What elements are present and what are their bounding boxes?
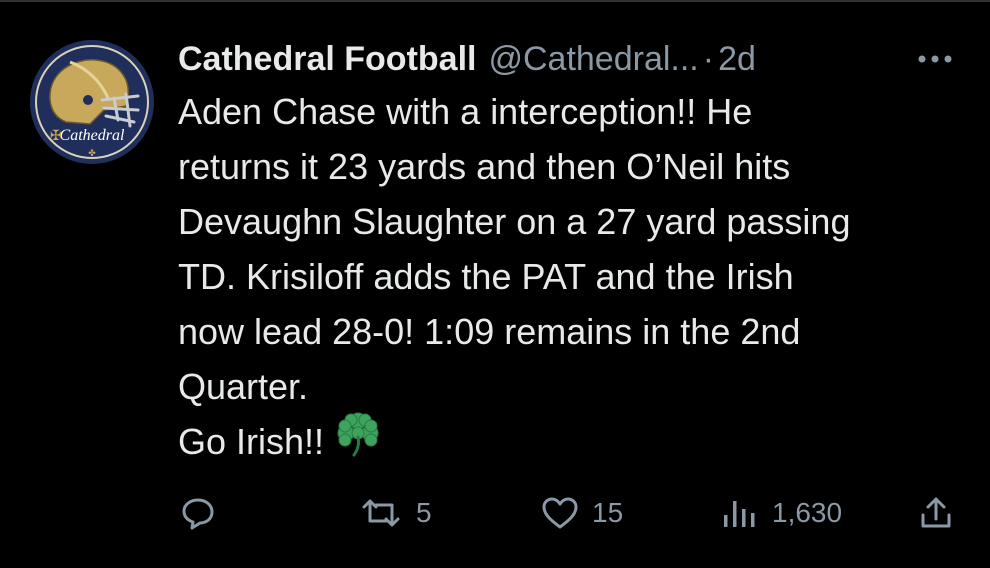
tweet: Cathedral Football @Cathedral... · 2d Ad… xyxy=(178,32,973,472)
like-count: 15 xyxy=(592,497,624,528)
helmet-logo-icon: Cathedral ✠ ✤ xyxy=(30,40,154,164)
more-icon xyxy=(918,55,952,63)
tweet-last-line: Go Irish!! xyxy=(178,412,968,472)
reply-icon xyxy=(182,498,214,530)
tweet-line: Devaughn Slaughter on a 27 yard passing xyxy=(178,201,851,242)
share-icon xyxy=(921,497,951,528)
retweet-button[interactable]: 5 xyxy=(358,488,432,538)
tweet-line: returns it 23 yards and then O’Neil hits xyxy=(178,146,791,187)
svg-text:✤: ✤ xyxy=(88,149,96,159)
tweet-header: Cathedral Football @Cathedral... · 2d xyxy=(178,32,973,86)
display-name[interactable]: Cathedral Football xyxy=(178,40,476,79)
reply-button[interactable] xyxy=(180,488,228,538)
like-button[interactable]: 15 xyxy=(540,488,623,538)
top-divider xyxy=(0,0,990,2)
tweet-text: Aden Chase with a interception!! He retu… xyxy=(178,84,968,472)
tweet-line: Aden Chase with a interception!! He xyxy=(178,91,753,132)
timestamp[interactable]: 2d xyxy=(718,40,756,79)
tweet-line: TD. Krisiloff adds the PAT and the Irish xyxy=(178,256,794,297)
retweet-icon xyxy=(362,499,400,527)
separator-dot: · xyxy=(702,39,715,78)
views-count: 1,630 xyxy=(772,497,843,528)
heart-icon xyxy=(542,497,578,529)
svg-text:✠: ✠ xyxy=(50,128,62,144)
avatar[interactable]: Cathedral ✠ ✤ xyxy=(30,40,154,164)
retweet-count: 5 xyxy=(416,497,432,528)
user-handle[interactable]: @Cathedral... xyxy=(488,40,698,79)
tweet-actions: 5 15 1,630 xyxy=(178,488,968,538)
svg-text:Cathedral: Cathedral xyxy=(60,127,125,144)
tweet-line: Go Irish!! xyxy=(178,421,325,462)
more-options-button[interactable] xyxy=(915,42,955,76)
tweet-line: Quarter. xyxy=(178,366,309,407)
share-button[interactable] xyxy=(918,488,966,538)
shamrock-icon xyxy=(334,409,382,472)
views-button[interactable]: 1,630 xyxy=(720,488,842,538)
tweet-line: now lead 28-0! 1:09 remains in the 2nd xyxy=(178,311,801,352)
views-icon xyxy=(724,501,755,527)
